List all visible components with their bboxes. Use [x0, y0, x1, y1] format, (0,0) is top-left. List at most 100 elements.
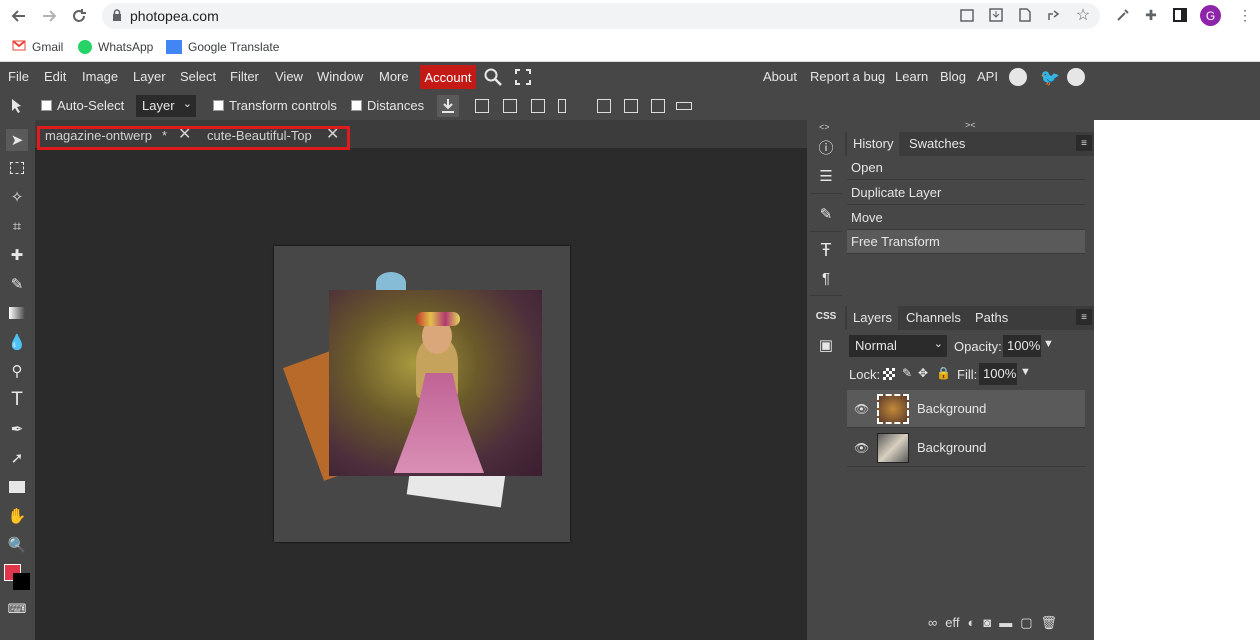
panel-menu-icon[interactable]: ≡ [1076, 309, 1092, 325]
link-blog[interactable]: Blog [940, 69, 966, 84]
background-color-swatch[interactable] [13, 573, 30, 590]
distribute-vertical-icon[interactable] [676, 102, 692, 110]
history-row-move[interactable]: Move [847, 206, 1085, 230]
eye-icon[interactable]: 👁 [854, 441, 870, 455]
facebook-icon[interactable] [1067, 68, 1085, 86]
blur-tool[interactable]: 💧 [6, 331, 28, 353]
bookmark-gmail[interactable]: Gmail [12, 38, 63, 56]
share-icon[interactable] [1045, 6, 1063, 24]
distances-checkbox[interactable] [351, 100, 362, 111]
menu-view[interactable]: View [275, 69, 303, 84]
brush-settings-icon[interactable]: ✎ [816, 204, 836, 224]
menu-filter[interactable]: Filter [230, 69, 259, 84]
bookmark-whatsapp[interactable]: WhatsApp [78, 38, 153, 56]
layer-row[interactable]: 👁 Background [847, 390, 1085, 428]
auto-select-checkbox[interactable] [41, 100, 52, 111]
mask-icon[interactable]: ◙ [983, 615, 991, 631]
link-layers-icon[interactable]: ∞ [928, 615, 937, 631]
hand-tool[interactable]: ✋ [6, 505, 28, 527]
menu-select[interactable]: Select [180, 69, 216, 84]
link-about[interactable]: About [763, 69, 797, 84]
align-middle-icon[interactable] [624, 99, 638, 113]
trash-icon[interactable]: 🗑 [1041, 615, 1058, 631]
quick-mask-tool[interactable]: ⌨ [6, 598, 28, 620]
eyedropper-extension-icon[interactable] [1114, 6, 1132, 24]
panel-menu-icon[interactable]: ≡ [1076, 135, 1092, 151]
distribute-horizontal-icon[interactable] [558, 99, 566, 113]
new-layer-icon[interactable]: ▢ [1020, 615, 1032, 631]
character-icon[interactable]: Ŧ [816, 240, 836, 260]
menu-file[interactable]: File [8, 69, 29, 84]
screenshot-icon[interactable] [958, 6, 976, 24]
move-tool-icon[interactable] [10, 98, 28, 119]
tab-history[interactable]: History [847, 132, 900, 156]
link-report-bug[interactable]: Report a bug [810, 69, 885, 84]
healing-tool[interactable]: ✚ [6, 244, 28, 266]
document-icon[interactable] [1016, 6, 1034, 24]
bookmark-star-icon[interactable]: ☆ [1074, 6, 1092, 24]
layer-dropdown[interactable]: Layer ⌄ [136, 95, 196, 117]
more-menu-icon[interactable]: ⋮ [1236, 6, 1254, 24]
search-icon[interactable] [484, 68, 502, 91]
image-icon[interactable]: ▣ [816, 335, 836, 355]
reload-icon[interactable] [68, 5, 90, 27]
lock-paint-icon[interactable]: ✎ [902, 366, 912, 380]
link-api[interactable]: API [977, 69, 998, 84]
twitter-icon[interactable]: 🐦 [1040, 68, 1060, 88]
align-top-icon[interactable] [597, 99, 611, 113]
back-icon[interactable] [8, 5, 30, 27]
menu-layer[interactable]: Layer [133, 69, 166, 84]
path-select-tool[interactable]: ➚ [6, 447, 28, 469]
install-app-icon[interactable] [987, 6, 1005, 24]
extensions-puzzle-icon[interactable]: ✚ [1142, 6, 1160, 24]
opacity-input[interactable]: 100% [1003, 335, 1041, 357]
dodge-tool[interactable]: ⚲ [6, 360, 28, 382]
shape-tool[interactable] [6, 476, 28, 498]
tab-channels[interactable]: Channels [906, 310, 961, 325]
opacity-dropdown-icon[interactable]: ▼ [1043, 338, 1054, 350]
download-align-icon[interactable] [437, 95, 459, 117]
effects-icon[interactable]: eff [945, 615, 959, 631]
zoom-tool[interactable]: 🔍 [6, 534, 28, 556]
address-bar[interactable]: photopea.com [102, 3, 1100, 29]
distances-option[interactable]: Distances [351, 98, 424, 113]
align-right-icon[interactable] [531, 99, 545, 113]
link-learn[interactable]: Learn [895, 69, 928, 84]
menu-more[interactable]: More [379, 69, 409, 84]
transform-controls-option[interactable]: Transform controls [213, 98, 337, 113]
blend-mode-dropdown[interactable]: Normal ⌄ [849, 335, 947, 357]
eye-icon[interactable]: 👁 [854, 402, 870, 416]
document-canvas[interactable] [274, 246, 570, 542]
collapse-arrows-icon[interactable]: >< [965, 120, 976, 130]
fill-dropdown-icon[interactable]: ▼ [1020, 366, 1031, 378]
account-button[interactable]: Account [420, 65, 476, 89]
profile-avatar[interactable]: G [1200, 5, 1221, 26]
align-bottom-icon[interactable] [651, 99, 665, 113]
tab-paths[interactable]: Paths [975, 310, 1008, 325]
lock-all-icon[interactable]: 🔒 [936, 366, 951, 380]
align-center-icon[interactable] [503, 99, 517, 113]
forward-icon[interactable] [38, 5, 60, 27]
tab-swatches[interactable]: Swatches [909, 136, 965, 151]
lock-move-icon[interactable]: ✥ [918, 366, 928, 380]
reddit-icon[interactable] [1009, 68, 1027, 86]
adjustment-layer-icon[interactable]: ◐ [968, 615, 976, 631]
bookmark-google-translate[interactable]: Google Translate [166, 38, 279, 56]
lock-transparency-icon[interactable] [883, 368, 895, 380]
paragraph-icon[interactable]: ¶ [816, 268, 836, 288]
folder-icon[interactable]: ▬ [999, 615, 1012, 631]
side-panel-icon[interactable] [1171, 6, 1189, 24]
tab-layers[interactable]: Layers [847, 306, 899, 330]
menu-image[interactable]: Image [82, 69, 118, 84]
collapse-arrows-icon[interactable]: <> [819, 122, 830, 132]
auto-select-option[interactable]: Auto-Select [41, 98, 124, 113]
info-icon[interactable]: ⓘ [816, 137, 836, 157]
move-tool[interactable]: ➤ [6, 129, 28, 151]
history-row-free-transform[interactable]: Free Transform [847, 230, 1085, 254]
brush-tool[interactable]: ✎ [6, 273, 28, 295]
history-row-duplicate-layer[interactable]: Duplicate Layer [847, 181, 1085, 205]
crop-tool[interactable]: ⌗ [6, 215, 28, 237]
menu-window[interactable]: Window [317, 69, 363, 84]
type-tool[interactable]: T [6, 389, 28, 411]
pen-tool[interactable]: ✒ [6, 418, 28, 440]
